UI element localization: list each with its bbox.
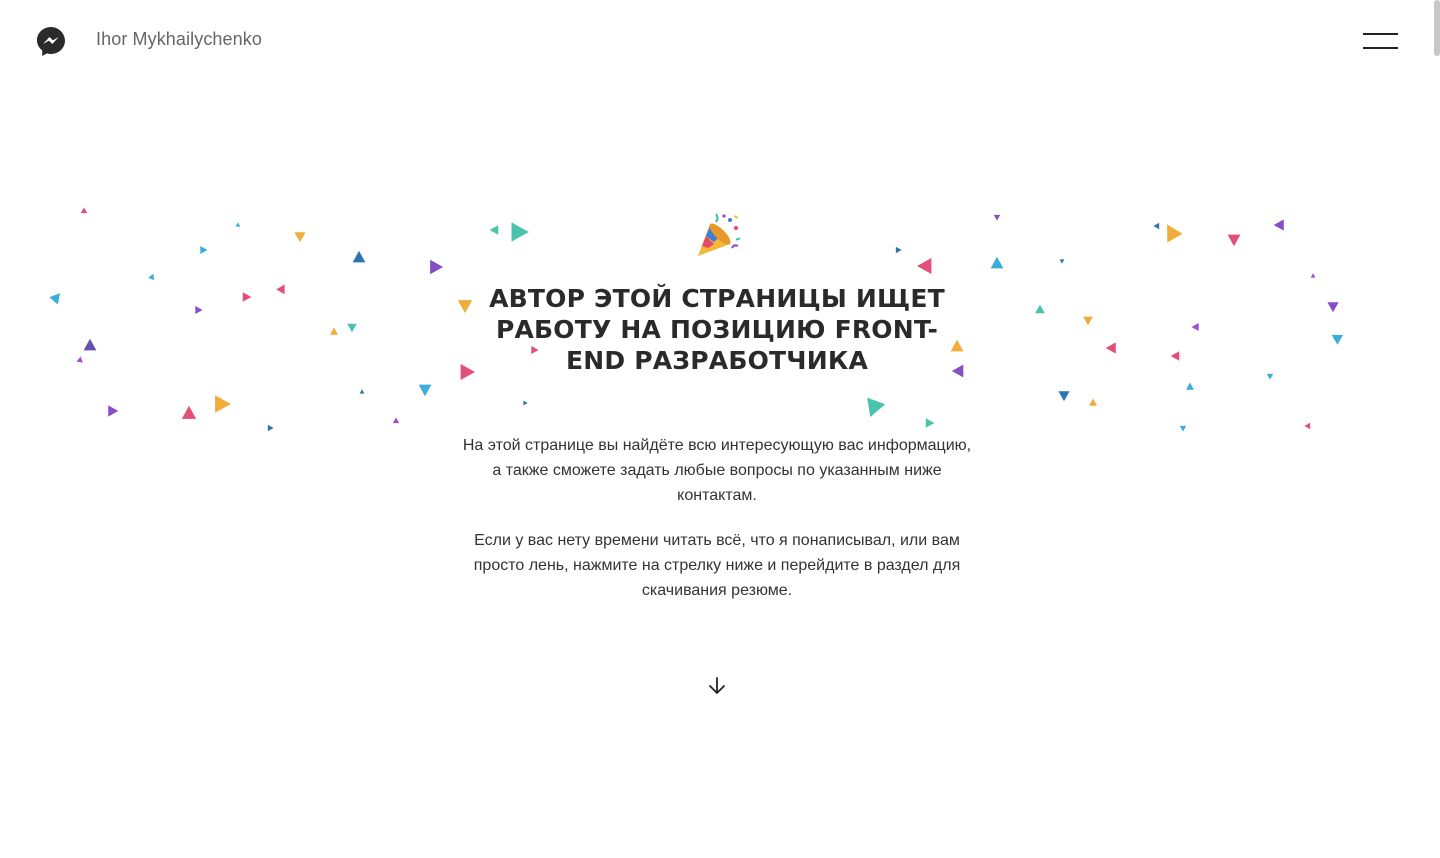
confetti-piece (867, 397, 886, 418)
confetti-piece (49, 293, 61, 305)
confetti-piece (352, 250, 366, 263)
messenger-icon[interactable] (35, 25, 67, 57)
confetti-piece (200, 246, 208, 254)
intro-paragraph: На этой странице вы найдёте всю интересу… (462, 437, 972, 504)
confetti-piece (215, 395, 231, 413)
confetti-piece (511, 222, 529, 242)
confetti-piece (108, 405, 119, 417)
menu-line (1363, 47, 1398, 49)
confetti-piece (1089, 398, 1097, 406)
confetti-piece (242, 292, 252, 302)
confetti-piece (1083, 316, 1093, 326)
confetti-piece (1191, 323, 1199, 331)
confetti-piece (1058, 391, 1070, 402)
confetti-piece (392, 417, 400, 424)
resume-hint-paragraph: Если у вас нету времени читать всё, что … (473, 532, 961, 599)
confetti-piece (1186, 382, 1194, 390)
confetti-piece (917, 258, 932, 274)
menu-line (1363, 33, 1398, 35)
page: Ihor Mykhailychenko АВТОР ЭТОЙ СТРАНИЦЫ … (0, 0, 1440, 858)
confetti-piece (76, 356, 83, 363)
confetti-piece (418, 384, 432, 397)
confetti-piece (523, 400, 528, 406)
confetti-piece (1035, 304, 1045, 314)
confetti-piece (1153, 222, 1160, 230)
confetti-piece (993, 214, 1001, 221)
confetti-piece (1304, 422, 1311, 430)
confetti-piece (347, 323, 357, 333)
hamburger-menu-icon[interactable] (1358, 28, 1404, 54)
confetti-piece (895, 246, 902, 254)
confetti-piece (148, 273, 155, 281)
confetti-piece (235, 222, 241, 228)
confetti-piece (195, 306, 203, 314)
confetti-piece (1167, 224, 1183, 243)
confetti-piece (1310, 273, 1316, 278)
scrollbar[interactable] (1434, 0, 1440, 56)
confetti-piece (1179, 425, 1187, 432)
confetti-piece (80, 207, 88, 214)
confetti-piece (1266, 373, 1274, 380)
confetti-piece (489, 225, 499, 235)
confetti-piece (1059, 259, 1065, 264)
confetti-piece (1273, 219, 1284, 231)
site-header: Ihor Mykhailychenko (0, 0, 1440, 82)
confetti-piece (1327, 302, 1339, 313)
party-popper-icon (698, 213, 741, 256)
confetti-piece (1170, 351, 1180, 361)
confetti-piece (181, 405, 197, 419)
confetti-piece (359, 389, 365, 394)
confetti-piece (925, 418, 935, 428)
confetti-piece (430, 259, 444, 275)
confetti-piece (276, 284, 285, 295)
page-title: АВТОР ЭТОЙ СТРАНИЦЫ ИЩЕТ РАБОТУ НА ПОЗИЦ… (489, 284, 945, 375)
confetti-piece (83, 338, 97, 351)
confetti-piece (267, 424, 274, 432)
brand-name[interactable]: Ihor Mykhailychenko (96, 29, 262, 50)
confetti-piece (1105, 342, 1116, 354)
confetti-piece (1331, 334, 1344, 345)
confetti-piece (330, 327, 338, 335)
confetti-piece (294, 232, 306, 243)
confetti-piece (990, 256, 1004, 269)
confetti-piece (1227, 234, 1241, 247)
arrow-down-icon[interactable] (704, 673, 730, 699)
